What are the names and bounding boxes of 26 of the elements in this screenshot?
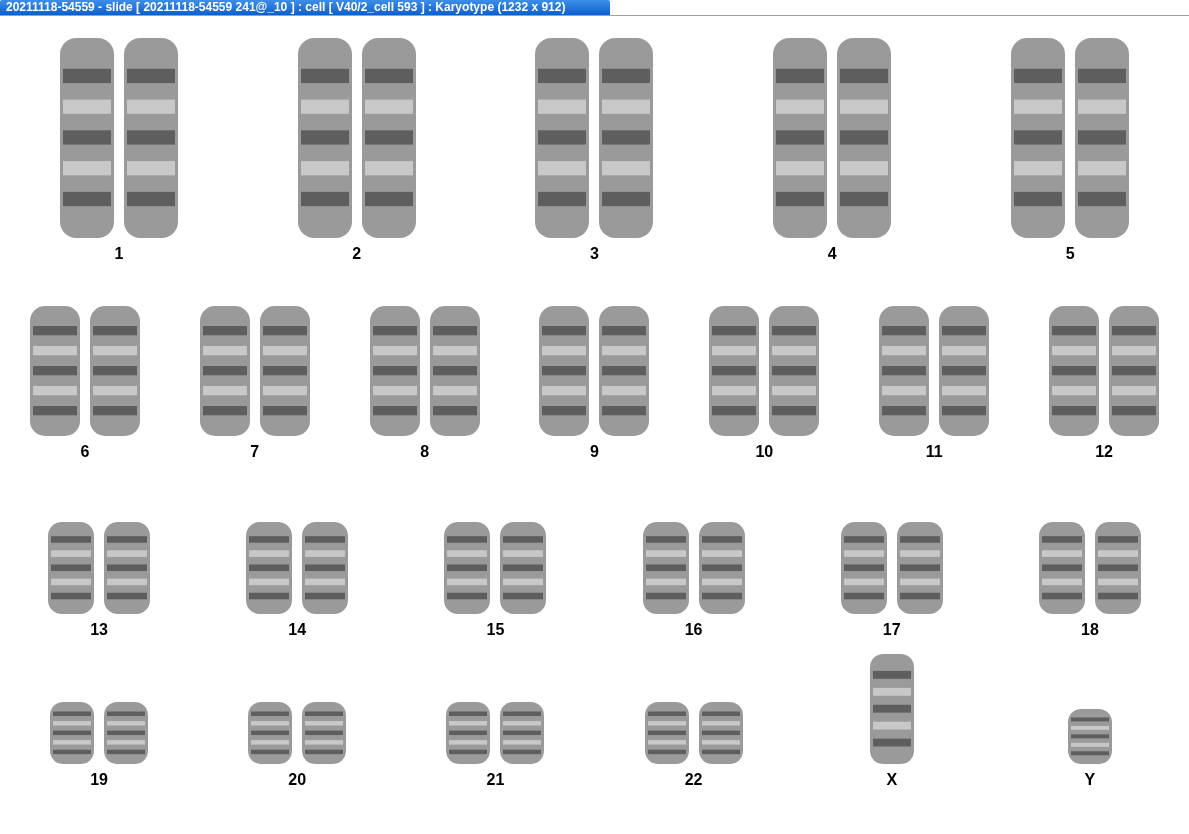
chromosome-label: 3 bbox=[590, 244, 599, 264]
chromosome-label: 18 bbox=[1081, 620, 1099, 640]
chromosome-label: 11 bbox=[925, 442, 943, 462]
chromosome-label: 20 bbox=[288, 770, 307, 790]
chromosome-label: 15 bbox=[486, 620, 505, 640]
window-title: 20211118-54559 - slide [ 20211118-54559 241@_10 ] : cell [ V40/2_cell 593 ] : Karyotype (1232 x 912) bbox=[0, 0, 610, 15]
chromosome-label: 5 bbox=[1065, 244, 1075, 264]
chromosome-label: 22 bbox=[684, 770, 703, 790]
chromosome-label: 17 bbox=[882, 620, 901, 640]
chromosome-label: 1 bbox=[114, 244, 124, 264]
chromosome-label: 2 bbox=[352, 244, 362, 264]
chromosome-label: 4 bbox=[827, 244, 837, 264]
chromosome-label: Y bbox=[1084, 770, 1096, 790]
chromosome-label: 6 bbox=[80, 442, 90, 462]
chromosome-label: 10 bbox=[755, 442, 774, 462]
chromosome-label: 12 bbox=[1095, 442, 1113, 462]
chromosome-label: 13 bbox=[90, 620, 108, 640]
chromosome-label: X bbox=[886, 770, 898, 790]
chromosome-label: 8 bbox=[420, 442, 430, 462]
chromosome-label: 21 bbox=[486, 770, 505, 790]
chromosome-label: 16 bbox=[684, 620, 703, 640]
chromosome-drawing bbox=[1067, 709, 1112, 764]
chromosome-label: 9 bbox=[590, 442, 599, 462]
chromosome-label: 19 bbox=[90, 770, 108, 790]
chromosome-label: 7 bbox=[250, 442, 260, 462]
chromosome-label: 14 bbox=[288, 620, 307, 640]
